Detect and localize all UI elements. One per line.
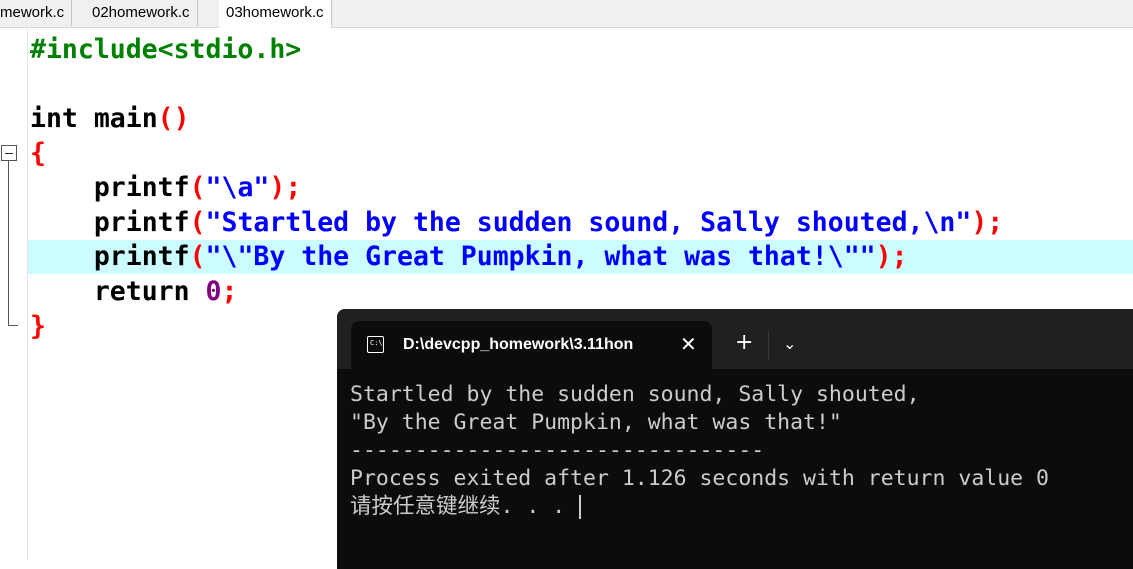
- tab-01homework[interactable]: mework.c: [0, 0, 73, 26]
- function-call: printf: [93, 241, 190, 272]
- paren-semicolon: );: [875, 241, 908, 272]
- paren: (: [189, 172, 206, 203]
- keyword-int: int: [30, 103, 78, 134]
- function-call: printf: [93, 207, 190, 238]
- code-line-4: {: [30, 137, 46, 171]
- string-literal: "\"By the Great Pumpkin, what was that!\…: [205, 241, 876, 272]
- terminal-prompt-line: 请按任意键继续. . .: [350, 493, 1049, 521]
- terminal-line: 请按任意键继续. . .: [350, 494, 566, 519]
- terminal-line: Startled by the sudden sound, Sally shou…: [350, 382, 920, 407]
- terminal-window[interactable]: C:\ D:\devcpp_homework\3.11hon ✕ + ⌄ Sta…: [337, 309, 1133, 569]
- code-line-5: printf("\a");: [30, 171, 301, 205]
- text-cursor: [579, 495, 582, 519]
- code-line-7: printf("\"By the Great Pumpkin, what was…: [30, 240, 908, 274]
- terminal-line: --------------------------------: [350, 438, 765, 463]
- paren-semicolon: );: [269, 172, 302, 203]
- fold-guide-line: [8, 161, 9, 326]
- editor-tab-bar: mework.c 02homework.c 03homework.c: [0, 0, 1133, 28]
- new-tab-icon[interactable]: +: [735, 331, 753, 355]
- open-brace: {: [30, 138, 46, 169]
- chevron-down-icon[interactable]: ⌄: [783, 334, 796, 354]
- paren: (: [189, 241, 206, 272]
- close-tab-icon[interactable]: ✕: [680, 332, 697, 356]
- paren-semicolon: );: [971, 207, 1004, 238]
- fold-guide-end: [8, 325, 18, 326]
- code-line-6: printf("Startled by the sudden sound, Sa…: [30, 206, 1003, 240]
- paren: (: [189, 207, 206, 238]
- code-line-9: }: [30, 310, 46, 344]
- tab-02homework[interactable]: 02homework.c: [85, 0, 198, 26]
- close-brace: }: [30, 311, 46, 342]
- terminal-line: Process exited after 1.126 seconds with …: [350, 466, 1049, 491]
- keyword-return: return: [93, 276, 206, 307]
- preprocessor-directive: #include<stdio.h>: [30, 34, 302, 65]
- terminal-titlebar: C:\ D:\devcpp_homework\3.11hon ✕ + ⌄: [337, 309, 1133, 369]
- tab-03homework[interactable]: 03homework.c: [219, 0, 332, 28]
- fold-collapse-icon[interactable]: [1, 145, 17, 161]
- terminal-line: "By the Great Pumpkin, what was that!": [350, 410, 842, 435]
- string-literal: "Startled by the sudden sound, Sally sho…: [205, 207, 972, 238]
- editor-gutter: [0, 28, 28, 561]
- paren: (): [157, 103, 190, 134]
- code-line-8: return 0;: [30, 275, 238, 309]
- terminal-title: D:\devcpp_homework\3.11hon: [403, 336, 634, 353]
- semicolon: ;: [221, 276, 238, 307]
- cmd-icon: C:\: [367, 336, 384, 353]
- terminal-output[interactable]: Startled by the sudden sound, Sally shou…: [350, 381, 1049, 521]
- string-literal: "\a": [205, 172, 270, 203]
- code-line-1: #include<stdio.h>: [30, 33, 301, 67]
- terminal-tab[interactable]: C:\ D:\devcpp_homework\3.11hon ✕: [351, 321, 712, 369]
- number-literal: 0: [205, 276, 222, 307]
- function-name-main: main: [77, 103, 158, 134]
- tab-separator: [768, 331, 769, 359]
- function-call: printf: [93, 172, 190, 203]
- code-line-3: int main(): [30, 102, 190, 136]
